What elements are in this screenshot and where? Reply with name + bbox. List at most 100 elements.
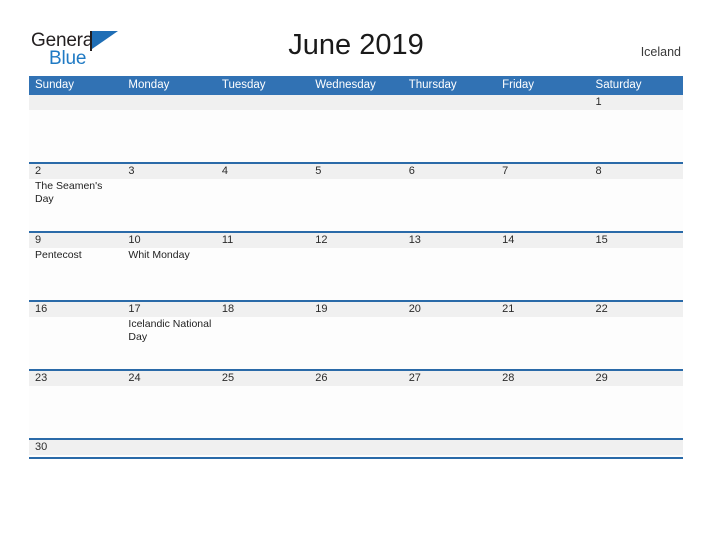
calendar-day-cell-empty	[496, 95, 590, 162]
day-events: Icelandic National Day	[128, 318, 211, 344]
day-number: 4	[221, 165, 228, 177]
day-number-band	[496, 440, 590, 455]
calendar-day-cell[interactable]: 4	[215, 164, 310, 231]
day-number-band	[215, 440, 310, 455]
day-number: 19	[315, 303, 328, 315]
day-number-band	[402, 164, 497, 179]
calendar-day-cell[interactable]: 27	[402, 371, 497, 438]
calendar-day-cell[interactable]: 17 Icelandic National Day	[122, 302, 216, 369]
day-number-band	[589, 440, 683, 455]
calendar-day-cell[interactable]: 10 Whit Monday	[122, 233, 216, 300]
day-number-band	[122, 440, 216, 455]
calendar-day-cell[interactable]: 25	[215, 371, 310, 438]
calendar-day-cell[interactable]: 12	[309, 233, 403, 300]
day-number: 15	[595, 234, 608, 246]
day-number: 28	[502, 372, 515, 384]
calendar-day-cell[interactable]: 11	[215, 233, 310, 300]
weekday-header-friday: Friday	[502, 79, 535, 91]
day-number: 24	[128, 372, 141, 384]
calendar-day-cell[interactable]: 8	[589, 164, 683, 231]
calendar-day-cell[interactable]: 3	[122, 164, 216, 231]
calendar-week-row: 9 Pentecost 10 Whit Monday 11 12 13 14 15	[29, 231, 683, 300]
calendar-day-cell-empty	[122, 95, 216, 162]
calendar-day-cell-empty	[402, 95, 497, 162]
calendar-week-row: 2 The Seamen's Day 3 4 5 6 7 8	[29, 162, 683, 231]
calendar-day-cell[interactable]: 29	[589, 371, 683, 438]
day-events: Whit Monday	[128, 249, 211, 262]
calendar-day-cell[interactable]: 26	[309, 371, 403, 438]
calendar-day-cell[interactable]: 22	[589, 302, 683, 369]
day-number: 7	[502, 165, 509, 177]
day-number: 23	[35, 372, 48, 384]
day-number: 29	[595, 372, 608, 384]
calendar-week-row: 30	[29, 438, 683, 457]
calendar-day-cell[interactable]: 16	[29, 302, 123, 369]
day-number: 1	[595, 96, 602, 108]
day-number-band	[402, 95, 497, 110]
calendar-day-cell[interactable]: 20	[402, 302, 497, 369]
day-number: 16	[35, 303, 48, 315]
calendar-day-cell[interactable]: 15	[589, 233, 683, 300]
day-number: 26	[315, 372, 328, 384]
day-number-band	[309, 440, 403, 455]
calendar-day-cell-empty	[309, 440, 403, 457]
day-number-band	[29, 95, 123, 110]
weekday-header-monday: Monday	[128, 79, 170, 91]
weekday-header-row: Sunday Monday Tuesday Wednesday Thursday…	[29, 76, 683, 95]
day-number-band	[215, 95, 310, 110]
day-number-band	[122, 95, 216, 110]
calendar-day-cell[interactable]: 30	[29, 440, 123, 457]
day-number: 13	[408, 234, 421, 246]
calendar-day-cell-empty	[309, 95, 403, 162]
day-number: 2	[35, 165, 42, 177]
calendar-day-cell[interactable]: 24	[122, 371, 216, 438]
calendar-day-cell[interactable]: 18	[215, 302, 310, 369]
calendar-day-cell[interactable]: 23	[29, 371, 123, 438]
weekday-header-saturday: Saturday	[595, 79, 642, 91]
calendar-day-cell[interactable]: 14	[496, 233, 590, 300]
weekday-header-wednesday: Wednesday	[315, 79, 376, 91]
day-number-band	[29, 233, 123, 248]
calendar-day-cell-empty	[402, 440, 497, 457]
day-number: 25	[221, 372, 235, 384]
day-event-label: Whit Monday	[128, 249, 190, 261]
calendar-day-cell[interactable]: 1	[589, 95, 683, 162]
day-number: 30	[35, 441, 48, 453]
day-events: The Seamen's Day	[35, 180, 118, 206]
locale-label: Iceland	[640, 45, 681, 59]
day-number: 5	[315, 165, 322, 177]
calendar-day-cell-empty	[496, 440, 590, 457]
calendar-day-cell-empty	[215, 95, 310, 162]
day-number: 22	[595, 303, 608, 315]
day-number-band	[215, 164, 310, 179]
day-number-band	[496, 95, 590, 110]
calendar-day-cell-empty	[589, 440, 683, 457]
calendar-weeks: 1 2 The Seamen's Day 3 4 5 6 7 8 9 Pentecost 10 Whit…	[29, 95, 683, 457]
day-number: 18	[221, 303, 235, 315]
day-number: 6	[408, 165, 415, 177]
calendar-day-cell[interactable]: 6	[402, 164, 497, 231]
weekday-header-thursday: Thursday	[408, 79, 457, 91]
calendar-day-cell[interactable]: 2 The Seamen's Day	[29, 164, 123, 231]
calendar-day-cell-empty	[122, 440, 216, 457]
day-number-band	[589, 164, 683, 179]
calendar-day-cell[interactable]: 7	[496, 164, 590, 231]
calendar-day-cell[interactable]: 21	[496, 302, 590, 369]
calendar-day-cell[interactable]: 19	[309, 302, 403, 369]
day-number-band	[309, 164, 403, 179]
day-number: 14	[502, 234, 515, 246]
calendar-day-cell[interactable]: 5	[309, 164, 403, 231]
calendar-week-row: 1	[29, 95, 683, 162]
day-event-label: Pentecost	[35, 249, 82, 261]
calendar-week-row: 16 17 Icelandic National Day 18 19 20 21 22	[29, 300, 683, 369]
day-events: Pentecost	[35, 249, 118, 262]
day-number: 27	[408, 372, 421, 384]
day-number: 20	[408, 303, 421, 315]
calendar-day-cell[interactable]: 13	[402, 233, 497, 300]
calendar-day-cell-empty	[29, 95, 123, 162]
day-number-band	[122, 164, 216, 179]
day-number: 17	[128, 303, 141, 315]
calendar-day-cell[interactable]: 28	[496, 371, 590, 438]
calendar-day-cell[interactable]: 9 Pentecost	[29, 233, 123, 300]
day-number: 3	[128, 165, 135, 177]
